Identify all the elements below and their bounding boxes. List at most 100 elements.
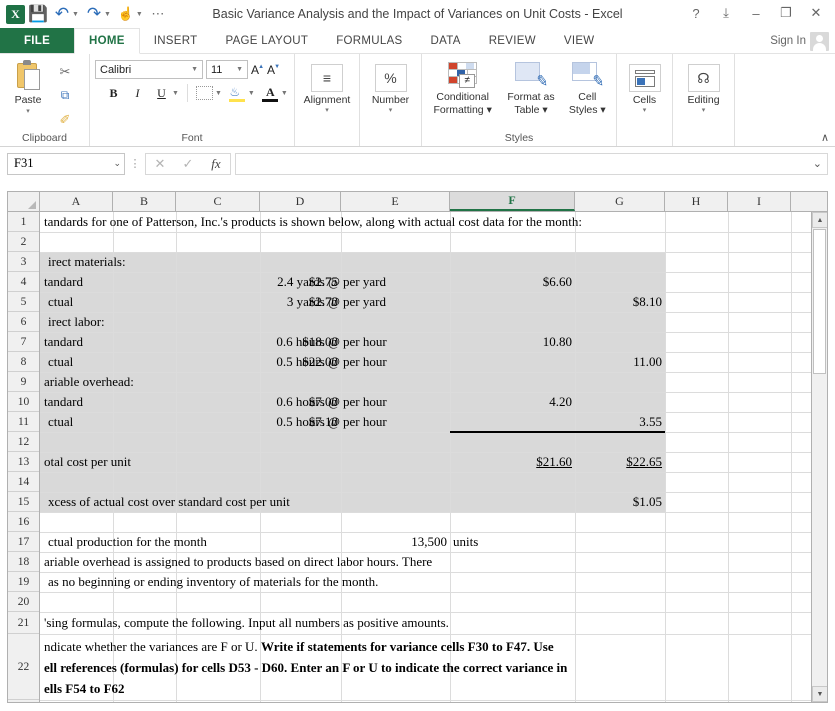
cell-d4[interactable]: $2.75 [260, 272, 338, 292]
format-painter-icon[interactable]: ✐ [53, 109, 77, 130]
cell-e7[interactable]: per hour [343, 332, 443, 352]
redo-icon[interactable]: ↷ [83, 3, 105, 25]
vertical-scrollbar[interactable]: ▲ ▼ [811, 212, 827, 702]
column-header-f[interactable]: F [450, 192, 575, 211]
cell-d5[interactable]: $2.70 [260, 292, 338, 312]
underline-caret-icon[interactable]: ▼ [172, 90, 179, 97]
cell-a9[interactable]: ariable overhead: [44, 372, 244, 392]
name-box[interactable]: F31 ⌄ [7, 152, 125, 175]
tab-insert[interactable]: INSERT [140, 28, 212, 53]
column-header-i[interactable]: I [728, 192, 791, 211]
tab-file[interactable]: FILE [0, 28, 74, 53]
row-header-10[interactable]: 10 [8, 392, 39, 412]
ribbon-display-options-icon[interactable]: ⤓ [711, 2, 741, 24]
font-name-combobox[interactable]: Calibri ▼ [95, 60, 203, 79]
cell-d7[interactable]: $18.00 [260, 332, 338, 352]
cell-g8[interactable]: 11.00 [575, 352, 662, 372]
font-color-caret-icon[interactable]: ▼ [281, 90, 288, 97]
alignment-button[interactable]: ≡ Alignment ▾ [300, 64, 354, 114]
row-header-11[interactable]: 11 [8, 412, 39, 432]
column-header-h[interactable]: H [665, 192, 728, 211]
increase-font-size-icon[interactable]: A ▲ [251, 63, 264, 77]
collapse-ribbon-icon[interactable]: ∧ [821, 131, 829, 144]
scrollbar-thumb[interactable] [813, 229, 826, 374]
quick-access-toolbar[interactable]: X 💾 ↶ ▼ ↷ ▼ ☝ ▼ ⋯ [0, 3, 169, 25]
cell-d10[interactable]: $7.00 [260, 392, 338, 412]
column-header-e[interactable]: E [341, 192, 450, 211]
format-as-table-button[interactable]: ✎ Format as Table ▾ [502, 62, 560, 116]
editing-button[interactable]: ☊ Editing ▾ [679, 64, 729, 114]
copy-icon[interactable]: ⧉ [53, 85, 77, 106]
cell-e5[interactable]: per yard [343, 292, 443, 312]
restore-icon[interactable]: ❐ [771, 2, 801, 24]
tab-view[interactable]: VIEW [550, 28, 609, 53]
scroll-up-icon[interactable]: ▲ [812, 212, 827, 228]
cell-e10[interactable]: per hour [343, 392, 443, 412]
cell-f7[interactable]: 10.80 [450, 332, 572, 352]
customize-qat-icon[interactable]: ⋯ [147, 3, 169, 25]
row-header-14[interactable]: 14 [8, 472, 39, 492]
cell-a18[interactable]: ariable overhead is assigned to products… [44, 552, 694, 572]
grid-cells[interactable]: tandards for one of Patterson, Inc.'s pr… [40, 212, 827, 702]
sign-in-area[interactable]: Sign In [770, 28, 829, 54]
avatar[interactable] [810, 31, 829, 51]
row-header-13[interactable]: 13 [8, 452, 39, 472]
editing-caret-icon[interactable]: ▾ [702, 107, 706, 114]
conditional-formatting-button[interactable]: ≠ Conditional Formatting ▾ [429, 62, 497, 116]
cell-a6[interactable]: irect labor: [48, 312, 248, 332]
font-name-caret-icon[interactable]: ▼ [189, 66, 200, 73]
cell-e8[interactable]: per hour [343, 352, 443, 372]
cell-a21[interactable]: 'sing formulas, compute the following. I… [44, 613, 694, 633]
italic-button[interactable]: I [127, 83, 148, 103]
font-size-caret-icon[interactable]: ▼ [234, 66, 245, 73]
fill-color-caret-icon[interactable]: ▼ [248, 90, 255, 97]
tab-formulas[interactable]: FORMULAS [322, 28, 416, 53]
row-header-4[interactable]: 4 [8, 272, 39, 292]
row-header-16[interactable]: 16 [8, 512, 39, 532]
borders-button[interactable] [194, 83, 215, 103]
cell-d8[interactable]: $22.00 [260, 352, 338, 372]
row-header-6[interactable]: 6 [8, 312, 39, 332]
confirm-entry-icon[interactable]: ✓ [174, 156, 202, 172]
row-header-12[interactable]: 12 [8, 432, 39, 452]
cell-e11[interactable]: per hour [343, 412, 443, 432]
select-all-corner[interactable] [8, 192, 40, 211]
underline-button[interactable]: U [151, 83, 172, 103]
touch-mode-icon[interactable]: ☝ [115, 3, 137, 25]
cell-g11[interactable]: 3.55 [575, 412, 662, 432]
font-color-button[interactable]: A [260, 83, 281, 103]
cell-a1[interactable]: tandards for one of Patterson, Inc.'s pr… [44, 212, 784, 232]
cell-a13[interactable]: otal cost per unit [44, 452, 294, 472]
cut-icon[interactable]: ✂ [53, 61, 77, 82]
decrease-font-size-icon[interactable]: A ▼ [267, 63, 280, 77]
row-header-21[interactable]: 21 [8, 612, 39, 634]
cells-caret-icon[interactable]: ▾ [643, 107, 647, 114]
insert-function-icon[interactable]: fx [202, 156, 230, 172]
column-header-b[interactable]: B [113, 192, 176, 211]
paste-button[interactable]: Paste ▾ [5, 59, 51, 115]
help-icon[interactable]: ? [681, 2, 711, 24]
cell-f17[interactable]: units [453, 532, 573, 552]
alignment-caret-icon[interactable]: ▾ [325, 107, 329, 114]
tab-data[interactable]: DATA [417, 28, 475, 53]
row-header-17[interactable]: 17 [8, 532, 39, 552]
column-header-d[interactable]: D [260, 192, 341, 211]
row-header-19[interactable]: 19 [8, 572, 39, 592]
cell-d11[interactable]: $7.10 [260, 412, 338, 432]
column-header-a[interactable]: A [40, 192, 113, 211]
cell-a22[interactable]: ndicate whether the variances are F or U… [44, 636, 684, 699]
cell-f13[interactable]: $21.60 [450, 452, 572, 472]
row-header-8[interactable]: 8 [8, 352, 39, 372]
tab-home[interactable]: HOME [74, 28, 140, 54]
undo-icon[interactable]: ↶ [51, 3, 73, 25]
row-header-7[interactable]: 7 [8, 332, 39, 352]
row-header-9[interactable]: 9 [8, 372, 39, 392]
cell-a17[interactable]: ctual production for the month [48, 532, 348, 552]
cell-e4[interactable]: per yard [343, 272, 443, 292]
name-box-caret-icon[interactable]: ⌄ [113, 158, 121, 169]
formula-input[interactable]: ⌄ [235, 152, 828, 175]
column-header-c[interactable]: C [176, 192, 260, 211]
save-icon[interactable]: 💾 [27, 3, 49, 25]
fill-color-button[interactable]: ♨ [227, 83, 248, 103]
paste-caret-icon[interactable]: ▾ [26, 107, 30, 115]
